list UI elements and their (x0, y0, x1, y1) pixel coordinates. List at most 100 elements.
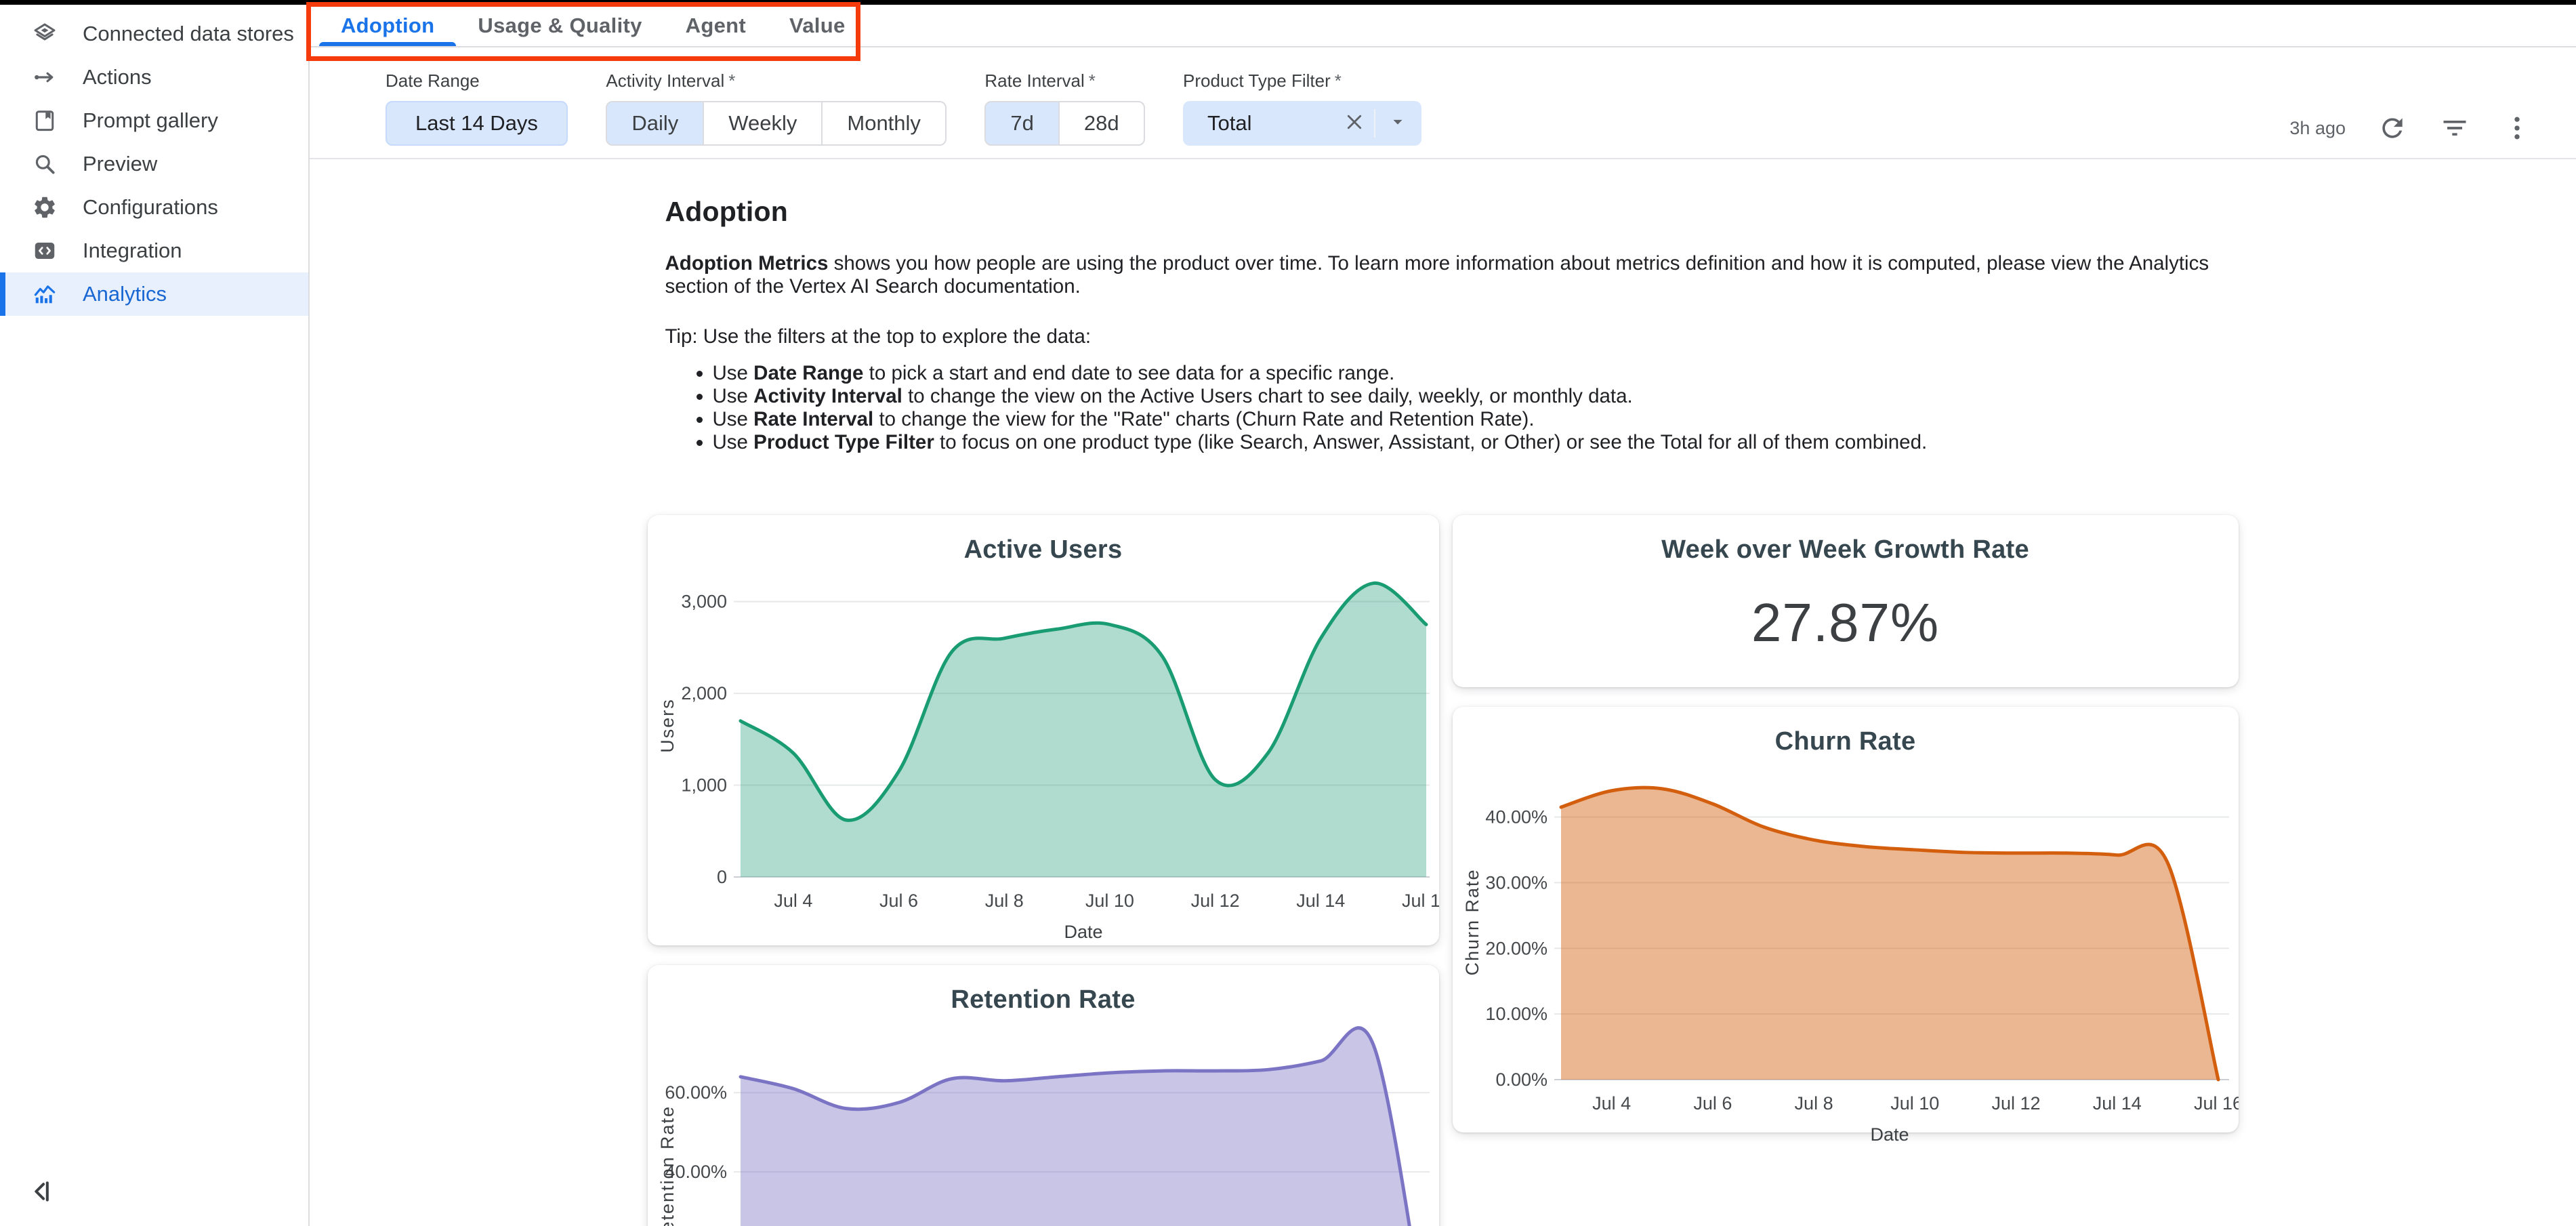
list-item: Use Date Range to pick a start and end d… (713, 362, 2239, 385)
active-users-chart-card: Active Users 0 1,000 2,000 3,000 Jul 4 Jul 6 J… (648, 515, 1439, 945)
chart-title: Active Users (648, 515, 1439, 565)
chevron-down-icon[interactable] (1386, 110, 1409, 137)
svg-text:Jul 14: Jul 14 (2092, 1093, 2141, 1113)
activity-interval-weekly[interactable]: Weekly (703, 101, 823, 146)
prompt-gallery-icon (31, 107, 58, 134)
product-type-filter-group: Product Type Filter* Total (1183, 70, 1421, 146)
rate-interval-7d[interactable]: 7d (984, 101, 1059, 146)
svg-text:Jul 10: Jul 10 (1085, 891, 1134, 911)
svg-text:2,000: 2,000 (681, 683, 727, 703)
rate-interval-group: Rate Interval* 7d 28d (984, 70, 1144, 146)
svg-text:Jul 10: Jul 10 (1890, 1093, 1939, 1113)
window-top-edge (0, 0, 2576, 5)
actions-icon (31, 64, 58, 91)
sidebar-item-label: Analytics (83, 282, 167, 306)
svg-text:Jul 8: Jul 8 (984, 891, 1023, 911)
sidebar-item-label: Integration (83, 239, 182, 263)
svg-text:Jul 6: Jul 6 (879, 891, 918, 911)
sidebar-item-preview[interactable]: Preview (0, 142, 308, 186)
filter-icon[interactable] (2439, 113, 2470, 144)
chart-title: Retention Rate (648, 965, 1439, 1015)
list-item: Use Product Type Filter to focus on one … (713, 431, 2239, 454)
list-item: Use Activity Interval to change the view… (713, 385, 2239, 408)
collapse-sidebar-button[interactable] (26, 1176, 58, 1208)
sidebar-item-label: Prompt gallery (83, 108, 218, 133)
sidebar-item-connected-data-stores[interactable]: Connected data stores (0, 12, 308, 56)
main-area: Adoption Usage & Quality Agent Value Dat… (310, 0, 2576, 1226)
charts-grid: Active Users 0 1,000 2,000 3,000 Jul 4 Jul 6 J… (648, 515, 2239, 1226)
svg-text:Jul 12: Jul 12 (1190, 891, 1239, 911)
svg-text:Jul 16: Jul 16 (1401, 891, 1438, 911)
svg-text:Retention Rate: Retention Rate (657, 1105, 678, 1226)
date-range-group: Date Range Last 14 Days (386, 70, 568, 146)
data-stores-icon (31, 20, 58, 47)
tab-bar: Adoption Usage & Quality Agent Value (310, 5, 2576, 47)
page-title: Adoption (665, 196, 2239, 228)
wow-growth-card: Week over Week Growth Rate 27.87% (1453, 515, 2239, 687)
product-type-filter-value: Total (1207, 111, 1342, 136)
svg-text:0: 0 (716, 867, 726, 887)
activity-interval-group: Activity Interval* Daily Weekly Monthly (606, 70, 947, 146)
svg-text:Jul 12: Jul 12 (1991, 1093, 2040, 1113)
product-type-filter-label: Product Type Filter* (1183, 70, 1421, 91)
activity-interval-toggle: Daily Weekly Monthly (606, 101, 947, 146)
tip-paragraph: Tip: Use the filters at the top to explo… (665, 325, 2221, 348)
integration-icon (31, 237, 58, 264)
tab-value[interactable]: Value (768, 5, 867, 46)
tips-list: Use Date Range to pick a start and end d… (713, 362, 2239, 454)
sidebar-item-label: Actions (83, 65, 152, 89)
chart-title: Churn Rate (1453, 707, 2239, 756)
svg-text:Jul 16: Jul 16 (2193, 1093, 2238, 1113)
date-range-label: Date Range (386, 70, 568, 91)
sidebar-item-label: Configurations (83, 195, 218, 220)
svg-text:20.00%: 20.00% (1485, 938, 1547, 958)
filter-bar: Date Range Last 14 Days Activity Interva… (310, 47, 2576, 159)
churn-rate-chart-card: Churn Rate 0.00%10.00%20.00%30.00%40.00%… (1453, 707, 2239, 1132)
sidebar-item-actions[interactable]: Actions (0, 56, 308, 99)
sidebar: Connected data stores Actions Prompt gal… (0, 0, 310, 1226)
activity-interval-daily[interactable]: Daily (606, 101, 704, 146)
svg-text:0.00%: 0.00% (1495, 1069, 1547, 1090)
tab-adoption[interactable]: Adoption (319, 5, 456, 46)
rate-interval-label: Rate Interval* (984, 70, 1144, 91)
active-users-chart: 0 1,000 2,000 3,000 Jul 4 Jul 6 Jul 8 Jul 10 Jul… (648, 571, 1439, 947)
rate-interval-toggle: 7d 28d (984, 101, 1144, 146)
svg-text:40.00%: 40.00% (1485, 807, 1547, 827)
sidebar-item-configurations[interactable]: Configurations (0, 186, 308, 229)
svg-text:3,000: 3,000 (681, 592, 727, 612)
activity-interval-label: Activity Interval* (606, 70, 947, 91)
app-root: Connected data stores Actions Prompt gal… (0, 0, 2576, 1226)
churn-rate-chart: 0.00%10.00%20.00%30.00%40.00%Jul 4Jul 6J… (1453, 763, 2239, 1148)
more-options-icon[interactable] (2501, 113, 2533, 144)
filter-bar-actions: 3h ago (2289, 113, 2533, 144)
page-content[interactable]: Adoption Adoption Metrics shows you how … (310, 159, 2576, 1226)
svg-text:Date: Date (1064, 922, 1102, 942)
svg-text:Churn Rate: Churn Rate (1462, 868, 1482, 975)
last-refresh-time: 3h ago (2289, 118, 2346, 139)
wow-growth-value: 27.87% (1453, 592, 2239, 654)
svg-text:Jul 4: Jul 4 (1592, 1093, 1631, 1113)
tab-usage-quality[interactable]: Usage & Quality (456, 5, 663, 46)
analytics-icon (31, 281, 58, 308)
svg-text:Jul 14: Jul 14 (1296, 891, 1345, 911)
sidebar-item-label: Preview (83, 152, 157, 176)
svg-text:Jul 6: Jul 6 (1693, 1093, 1732, 1113)
sidebar-item-integration[interactable]: Integration (0, 229, 308, 272)
svg-text:Jul 8: Jul 8 (1794, 1093, 1833, 1113)
retention-rate-chart-card: Retention Rate 0.00%20.00%40.00%60.00%Ju… (648, 965, 1439, 1226)
rate-interval-28d[interactable]: 28d (1058, 101, 1145, 146)
tab-agent[interactable]: Agent (664, 5, 768, 46)
preview-icon (31, 150, 58, 178)
svg-text:1,000: 1,000 (681, 775, 727, 796)
clear-filter-icon[interactable] (1342, 109, 1367, 138)
sidebar-item-label: Connected data stores (83, 22, 294, 46)
sidebar-item-prompt-gallery[interactable]: Prompt gallery (0, 99, 308, 142)
product-type-filter-select[interactable]: Total (1183, 101, 1421, 146)
svg-text:Users: Users (657, 698, 678, 753)
refresh-icon[interactable] (2377, 113, 2408, 144)
sidebar-item-analytics[interactable]: Analytics (0, 272, 308, 316)
activity-interval-monthly[interactable]: Monthly (821, 101, 947, 146)
date-range-button[interactable]: Last 14 Days (386, 101, 568, 146)
retention-rate-chart: 0.00%20.00%40.00%60.00%Jul 4Jul 6Jul 8Ju… (648, 1021, 1439, 1226)
svg-text:Jul 4: Jul 4 (774, 891, 812, 911)
